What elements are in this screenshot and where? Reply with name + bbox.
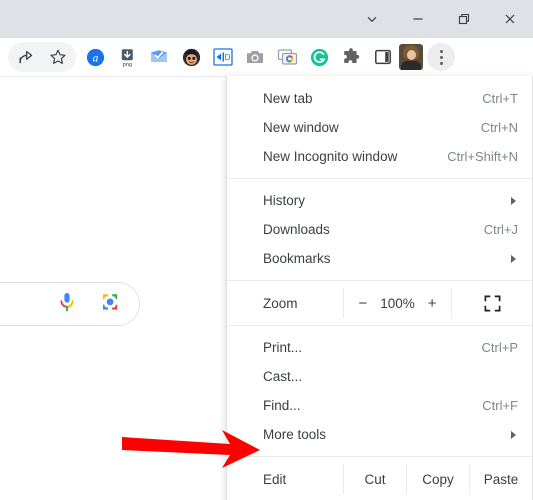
share-icon[interactable] xyxy=(10,42,42,72)
menu-item-cast[interactable]: Cast... xyxy=(227,362,532,391)
menu-item-find[interactable]: Find... Ctrl+F xyxy=(227,391,532,420)
zoom-level-value: 100% xyxy=(380,295,415,311)
copy-button[interactable]: Copy xyxy=(406,464,469,494)
chrome-menu: New tab Ctrl+T New window Ctrl+N New Inc… xyxy=(226,76,533,500)
menu-item-shortcut: Ctrl+N xyxy=(480,120,518,135)
amazon-extension-icon[interactable]: a xyxy=(79,42,111,72)
menu-separator xyxy=(227,280,532,281)
google-search-box[interactable] xyxy=(0,282,140,326)
browser-toolbar: a png D xyxy=(0,38,533,76)
zoom-label: Zoom xyxy=(263,295,298,311)
zoom-controls: − 100% + xyxy=(343,288,451,318)
menu-item-shortcut: Ctrl+J xyxy=(483,222,518,237)
menu-item-shortcut: Ctrl+T xyxy=(482,91,518,106)
chevron-down-icon[interactable] xyxy=(349,0,395,38)
menu-item-shortcut: Ctrl+F xyxy=(482,398,518,413)
menu-item-label: Find... xyxy=(263,398,301,413)
toolbar-pill-group xyxy=(8,42,76,72)
menu-item-downloads[interactable]: Downloads Ctrl+J xyxy=(227,215,532,244)
chevron-right-icon xyxy=(511,430,516,439)
svg-text:png: png xyxy=(122,62,131,67)
menu-item-new-window[interactable]: New window Ctrl+N xyxy=(227,113,532,142)
browser-window: a png D New tab Ctrl+T New window Ctrl+N… xyxy=(0,0,533,500)
camera-icon[interactable] xyxy=(239,42,271,72)
menu-item-print[interactable]: Print... Ctrl+P xyxy=(227,333,532,362)
svg-text:D: D xyxy=(225,53,231,62)
bookmark-star-icon[interactable] xyxy=(42,42,74,72)
svg-text:a: a xyxy=(92,52,98,64)
menu-item-new-tab[interactable]: New tab Ctrl+T xyxy=(227,84,532,113)
png-download-icon[interactable]: png xyxy=(111,42,143,72)
fullscreen-icon[interactable] xyxy=(451,288,532,318)
avatar[interactable] xyxy=(399,44,423,70)
menu-item-label: History xyxy=(263,193,306,208)
puzzle-extensions-icon[interactable] xyxy=(335,42,367,72)
chevron-right-icon xyxy=(511,254,516,263)
google-lens-icon[interactable] xyxy=(99,291,121,318)
menu-item-label: New tab xyxy=(263,91,313,106)
title-bar xyxy=(0,0,533,38)
blue-tag-icon[interactable]: D xyxy=(207,42,239,72)
grammarly-icon[interactable] xyxy=(303,42,335,72)
restore-button[interactable] xyxy=(441,0,487,38)
menu-item-more-tools[interactable]: More tools xyxy=(227,420,532,449)
menu-item-shortcut: Ctrl+P xyxy=(481,340,518,355)
menu-item-new-incognito-window[interactable]: New Incognito window Ctrl+Shift+N xyxy=(227,142,532,171)
menu-item-label: Downloads xyxy=(263,222,330,237)
detective-extension-icon[interactable] xyxy=(175,42,207,72)
email-icon[interactable] xyxy=(143,42,175,72)
zoom-in-button[interactable]: + xyxy=(428,296,437,311)
microphone-icon[interactable] xyxy=(57,291,77,318)
menu-row-edit: Edit Cut Copy Paste xyxy=(227,464,532,494)
window-controls xyxy=(349,0,533,38)
menu-separator xyxy=(227,456,532,457)
menu-item-history[interactable]: History xyxy=(227,186,532,215)
menu-separator xyxy=(227,178,532,179)
annotation-arrow xyxy=(122,428,262,480)
paste-button[interactable]: Paste xyxy=(469,464,532,494)
menu-item-label: Cast... xyxy=(263,369,303,384)
menu-item-label: New Incognito window xyxy=(263,149,398,164)
minimize-button[interactable] xyxy=(395,0,441,38)
menu-item-label: Print... xyxy=(263,340,303,355)
menu-row-zoom: Zoom − 100% + xyxy=(227,288,532,318)
menu-separator xyxy=(227,325,532,326)
zoom-out-button[interactable]: − xyxy=(358,296,367,311)
menu-item-shortcut: Ctrl+Shift+N xyxy=(447,149,518,164)
close-button[interactable] xyxy=(487,0,533,38)
menu-item-bookmarks[interactable]: Bookmarks xyxy=(227,244,532,273)
menu-item-label: More tools xyxy=(263,427,327,442)
chrome-menu-button[interactable] xyxy=(427,43,455,71)
menu-item-label: New window xyxy=(263,120,339,135)
menu-item-label: Bookmarks xyxy=(263,251,331,266)
cut-button[interactable]: Cut xyxy=(343,464,406,494)
chrome-capture-icon[interactable] xyxy=(271,42,303,72)
side-panel-icon[interactable] xyxy=(367,42,399,72)
chevron-right-icon xyxy=(511,196,516,205)
